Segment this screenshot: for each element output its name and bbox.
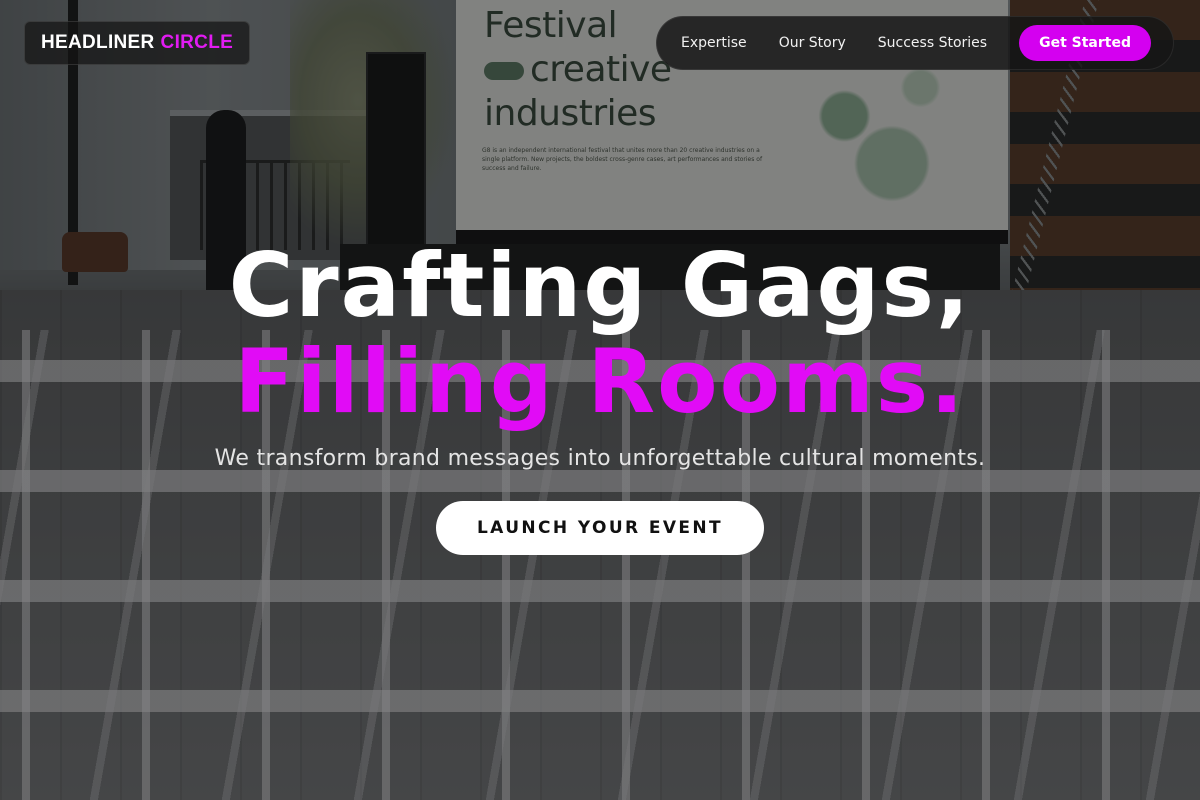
hero-headline-line2: Filling Rooms. xyxy=(234,330,966,433)
hero-headline-line1: Crafting Gags, xyxy=(228,234,972,337)
main-nav: Expertise Our Story Success Stories Get … xyxy=(656,16,1174,70)
brand-name-main: HEADLINER xyxy=(41,32,155,53)
get-started-button[interactable]: Get Started xyxy=(1019,25,1151,61)
brand-name-accent: CIRCLE xyxy=(160,32,234,53)
launch-event-button[interactable]: LAUNCH YOUR EVENT xyxy=(436,501,764,555)
nav-link-our-story[interactable]: Our Story xyxy=(779,35,846,51)
nav-link-success-stories[interactable]: Success Stories xyxy=(878,35,987,51)
hero-section: Crafting Gags, Filling Rooms. We transfo… xyxy=(0,238,1200,555)
nav-link-expertise[interactable]: Expertise xyxy=(681,35,747,51)
hero-subtitle: We transform brand messages into unforge… xyxy=(214,446,986,471)
brand-logo[interactable]: HEADLINER CIRCLE xyxy=(24,21,251,65)
hero-headline: Crafting Gags, Filling Rooms. xyxy=(0,238,1200,430)
